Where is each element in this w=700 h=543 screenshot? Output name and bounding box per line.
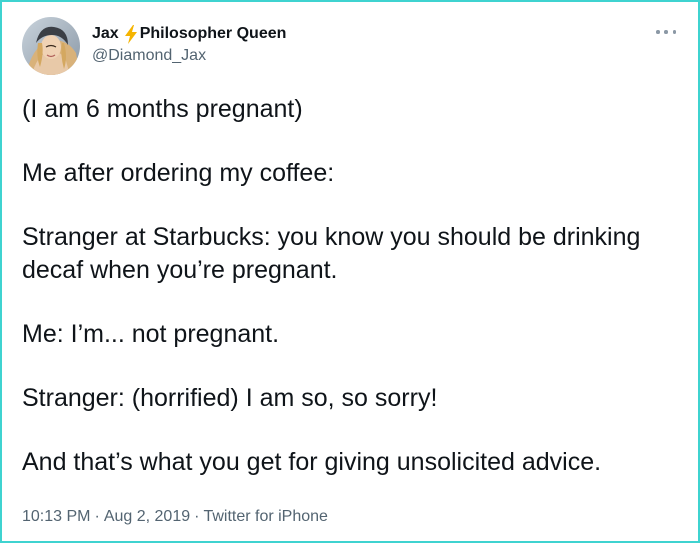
tweet-paragraph: Stranger: (horrified) I am so, so sorry! (22, 384, 438, 412)
display-name-first: Jax (92, 25, 119, 42)
display-name-last: Philosopher Queen (139, 25, 287, 42)
tweet-text: (I am 6 months pregnant) Me after orderi… (22, 93, 690, 479)
tweet-paragraph: And that’s what you get for giving unsol… (22, 448, 602, 476)
avatar-photo (22, 17, 80, 75)
tweet-paragraph: (I am 6 months pregnant) (22, 95, 303, 123)
dot (672, 30, 676, 34)
tweet-metadata: 10:13 PM · Aug 2, 2019 · Twitter for iPhone (22, 506, 328, 528)
avatar[interactable] (22, 17, 80, 75)
author-block: Jax Philosopher Queen @Diamond_Jax (92, 23, 286, 67)
tweet-date[interactable]: Aug 2, 2019 (104, 508, 190, 525)
tweet-card: Jax Philosopher Queen @Diamond_Jax (I am… (0, 0, 700, 543)
dot (656, 30, 660, 34)
dot (664, 30, 668, 34)
tweet-header: Jax Philosopher Queen @Diamond_Jax (22, 17, 682, 77)
lightning-bolt-icon (124, 24, 137, 44)
more-dots-icon[interactable] (656, 27, 676, 37)
separator: · (194, 508, 200, 525)
author-handle[interactable]: @Diamond_Jax (92, 45, 286, 67)
tweet-paragraph: Stranger at Starbucks: you know you shou… (22, 223, 641, 284)
tweet-paragraph: Me after ordering my coffee: (22, 159, 335, 187)
display-name[interactable]: Jax Philosopher Queen (92, 23, 286, 45)
tweet-time[interactable]: 10:13 PM (22, 508, 90, 525)
separator: · (94, 508, 100, 525)
tweet-paragraph: Me: I’m... not pregnant. (22, 320, 280, 348)
tweet-source[interactable]: Twitter for iPhone (203, 508, 328, 525)
